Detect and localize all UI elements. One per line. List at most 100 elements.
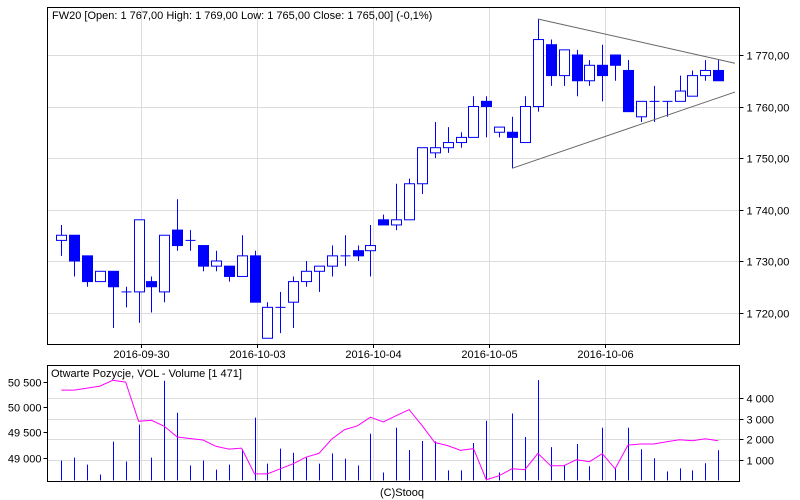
candle-body bbox=[443, 142, 454, 149]
volume-panel-title: Otwarte Pozycje, VOL - Volume [1 471] bbox=[51, 368, 242, 380]
candle-body bbox=[198, 245, 209, 267]
candle bbox=[494, 126, 505, 138]
candles bbox=[56, 18, 724, 339]
candle bbox=[443, 127, 454, 153]
candle bbox=[456, 132, 467, 148]
candle bbox=[559, 49, 570, 86]
candle-body bbox=[211, 260, 222, 267]
candle-body bbox=[713, 69, 724, 82]
candle bbox=[507, 116, 518, 169]
candle-body bbox=[507, 131, 518, 138]
candle-body bbox=[56, 234, 67, 241]
candle-body bbox=[700, 69, 711, 77]
candle bbox=[468, 96, 479, 138]
candle bbox=[662, 100, 673, 117]
candle-body bbox=[353, 250, 364, 257]
candle-body bbox=[597, 64, 608, 77]
price-tick-label: 1 720,00 bbox=[747, 309, 790, 321]
candle-body bbox=[327, 255, 338, 267]
date-tick-label: 2016-10-04 bbox=[345, 349, 401, 361]
price-tick-label: 1 750,00 bbox=[747, 154, 790, 166]
price-axis: 1 720,00 1 730,00 1 740,00 1 750,00 1 760,00… bbox=[739, 51, 790, 321]
candle-body bbox=[301, 270, 312, 283]
candle bbox=[636, 100, 647, 122]
candle bbox=[417, 147, 428, 195]
candle-body bbox=[610, 54, 621, 66]
oi-tick-label: 50 500 bbox=[8, 378, 42, 390]
candle-body bbox=[623, 69, 634, 113]
price-tick-label: 1 770,00 bbox=[747, 51, 790, 63]
candle bbox=[185, 230, 196, 251]
candle-body bbox=[314, 265, 325, 272]
candle bbox=[224, 265, 235, 282]
candle-body bbox=[95, 270, 106, 283]
candle bbox=[353, 245, 364, 261]
candle-body bbox=[675, 90, 686, 102]
candle bbox=[404, 178, 415, 221]
candle-body bbox=[391, 219, 402, 226]
date-tick-label: 2016-10-05 bbox=[461, 349, 517, 361]
candle bbox=[172, 199, 183, 251]
candle-body bbox=[159, 234, 170, 293]
volume-tick-label: 4 000 bbox=[747, 394, 775, 406]
oi-tick-label: 50 000 bbox=[8, 403, 42, 415]
candle-body bbox=[146, 281, 157, 288]
candle-body bbox=[546, 44, 557, 77]
copyright: (C)Stooq bbox=[380, 487, 424, 499]
candle bbox=[237, 235, 248, 277]
candle bbox=[687, 70, 698, 97]
candle bbox=[700, 60, 711, 81]
candle bbox=[211, 250, 222, 272]
candle bbox=[533, 18, 544, 112]
candle-body bbox=[520, 106, 531, 144]
volume-axis: 1 000 2 000 3 000 4 000 bbox=[739, 394, 775, 468]
candle bbox=[159, 234, 170, 303]
price-tick-label: 1 760,00 bbox=[747, 103, 790, 115]
candle bbox=[314, 265, 325, 292]
candle bbox=[713, 60, 724, 82]
candle bbox=[623, 60, 634, 113]
candle-body bbox=[69, 234, 80, 262]
candle-body bbox=[417, 147, 428, 185]
candle-body bbox=[250, 255, 261, 303]
candle bbox=[69, 234, 80, 277]
open-interest-series bbox=[61, 379, 719, 481]
candle-body bbox=[108, 270, 119, 288]
candle-body bbox=[494, 126, 505, 133]
candle-body bbox=[468, 106, 479, 138]
candle bbox=[301, 261, 312, 287]
candle-body bbox=[134, 219, 145, 293]
candle bbox=[430, 121, 441, 158]
candle bbox=[391, 183, 402, 231]
candle bbox=[82, 255, 93, 287]
candle bbox=[572, 49, 583, 97]
candle bbox=[134, 219, 145, 323]
price-tick-label: 1 730,00 bbox=[747, 257, 790, 269]
open-interest-axis: 49 000 49 500 50 000 50 500 bbox=[8, 378, 48, 466]
candle-body bbox=[572, 54, 583, 82]
candle-body bbox=[636, 100, 647, 118]
oi-tick-label: 49 000 bbox=[8, 454, 42, 466]
candle bbox=[378, 214, 389, 226]
candle bbox=[675, 75, 686, 102]
candle-body bbox=[559, 49, 570, 77]
volume-tick-label: 1 000 bbox=[747, 456, 775, 468]
candle-body bbox=[262, 306, 273, 339]
candle bbox=[649, 85, 660, 122]
candle bbox=[250, 250, 261, 303]
date-tick-label: 2016-10-03 bbox=[229, 349, 285, 361]
candle-body bbox=[172, 229, 183, 247]
candle-body bbox=[456, 136, 467, 144]
oi-tick-label: 49 500 bbox=[8, 428, 42, 440]
candle bbox=[108, 270, 119, 328]
volume-tick-label: 2 000 bbox=[747, 435, 775, 447]
volume-bars bbox=[61, 380, 719, 481]
candle-body bbox=[687, 75, 698, 97]
candle-body bbox=[224, 265, 235, 277]
date-tick-label: 2016-09-30 bbox=[113, 349, 169, 361]
open-interest-line bbox=[61, 379, 719, 481]
date-tick-label: 2016-10-06 bbox=[577, 349, 633, 361]
candle-body bbox=[288, 281, 299, 303]
candle bbox=[584, 60, 595, 86]
candle bbox=[610, 54, 621, 81]
